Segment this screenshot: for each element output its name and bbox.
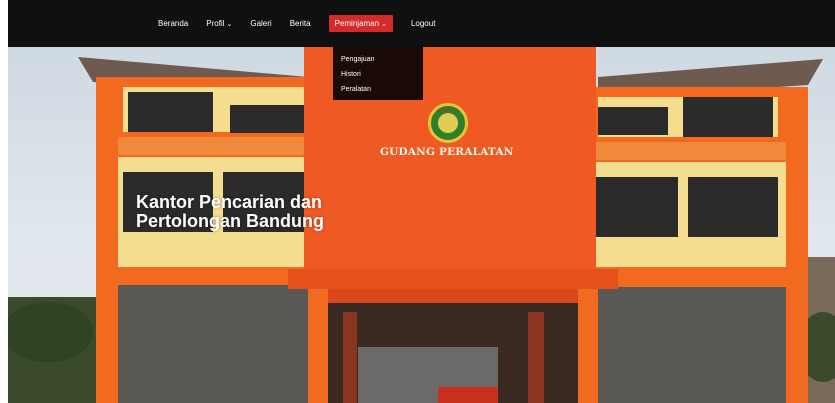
nav-item-galeri[interactable]: Galeri xyxy=(250,15,271,32)
peminjaman-dropdown-menu: Pengajuan Histori Peralatan xyxy=(333,47,423,100)
nav-item-label: Profil xyxy=(206,19,225,28)
emblem-center xyxy=(438,113,458,133)
nav-item-profil[interactable]: Profil ⌄ xyxy=(206,15,232,32)
nav-list: Beranda Profil ⌄ Galeri Berita Peminjaman… xyxy=(158,15,453,32)
chevron-down-icon: ⌄ xyxy=(381,21,387,28)
hero-title: Kantor Pencarian dan Pertolongan Bandung xyxy=(136,193,396,231)
nav-item-label: Logout xyxy=(410,19,436,28)
hero-title-line1: Kantor Pencarian dan xyxy=(136,192,323,212)
page-frame: Beranda Profil ⌄ Galeri Berita Peminjaman… xyxy=(8,0,835,403)
building-sign: GUDANG PERALATAN xyxy=(380,146,514,158)
nav-item-berita[interactable]: Berita xyxy=(290,15,311,32)
dropdown-item-pengajuan[interactable]: Pengajuan xyxy=(333,52,423,67)
nav-item-label: Beranda xyxy=(158,19,189,28)
basarnas-emblem-icon: ★★★ xyxy=(428,103,468,143)
hero-building-image xyxy=(8,47,835,403)
nav-item-label: Berita xyxy=(289,19,311,28)
top-navbar: Beranda Profil ⌄ Galeri Berita Peminjaman… xyxy=(8,0,835,47)
nav-item-label: Peminjaman xyxy=(334,19,380,28)
hero-banner: ★★★ GUDANG PERALATAN Kantor Pencarian da… xyxy=(8,47,835,403)
emblem-stars: ★★★ xyxy=(439,109,456,115)
chevron-down-icon: ⌄ xyxy=(226,21,233,28)
nav-item-beranda[interactable]: Beranda xyxy=(158,15,188,32)
dropdown-item-histori[interactable]: Histori xyxy=(333,67,423,82)
nav-item-logout[interactable]: Logout xyxy=(411,15,435,32)
nav-item-peminjaman[interactable]: Peminjaman ⌄ xyxy=(328,15,393,32)
dropdown-item-peralatan[interactable]: Peralatan xyxy=(333,82,423,97)
hero-title-line2: Pertolongan Bandung xyxy=(136,211,324,231)
nav-item-label: Galeri xyxy=(250,19,272,28)
